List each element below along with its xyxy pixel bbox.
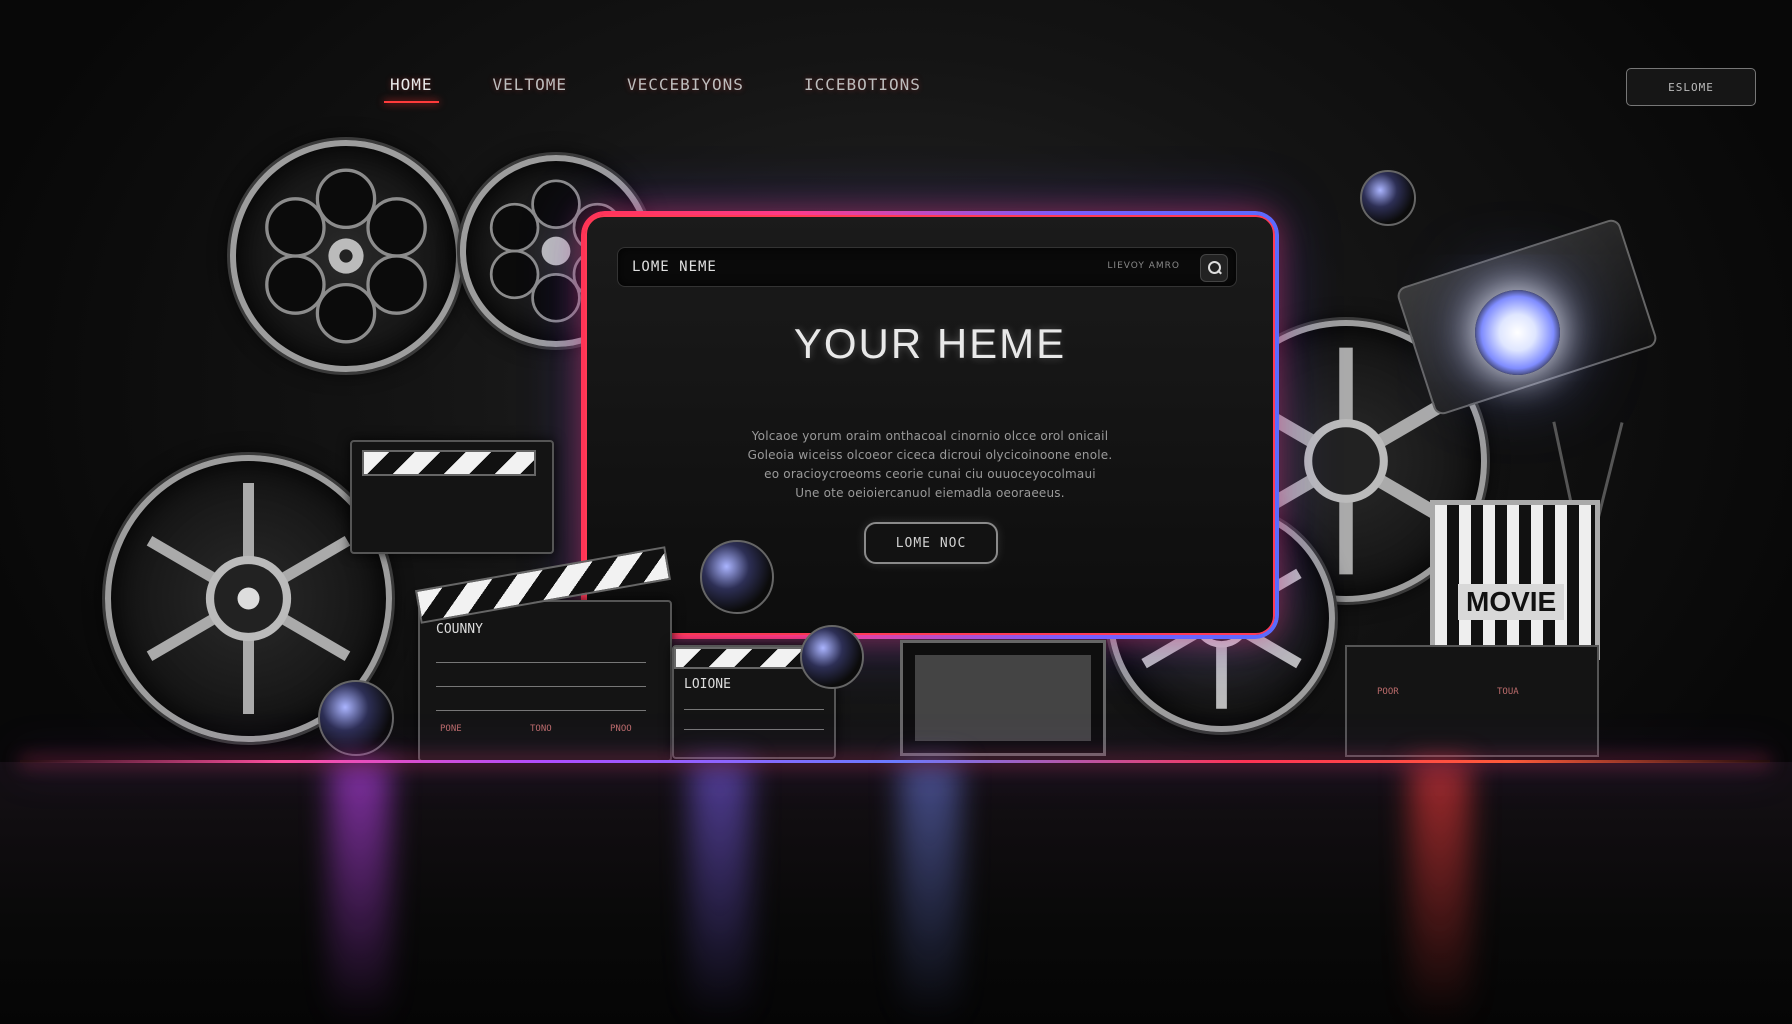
hero-body-line: Goleoia wiceiss olcoeor ciceca dicroui o… <box>747 448 1113 462</box>
hero-body-line: Une ote oeioiercanuol eiemadla oeoraeeus… <box>795 486 1065 500</box>
search-bar-title: LOME NEME <box>632 259 717 275</box>
clapper-small-label: PNOO <box>610 724 632 734</box>
lens-orb-icon <box>318 680 394 756</box>
clapper-label: LOIONE <box>684 677 731 692</box>
clapper-label: COUNNY <box>436 622 483 637</box>
light-beam <box>330 762 390 1024</box>
clapperboard-icon <box>350 440 554 554</box>
hero-body-line: Yolcaoe yorum oraim onthacoal cinornio o… <box>751 429 1109 443</box>
header-cta-button[interactable]: ESLOME <box>1626 68 1756 106</box>
clapper-line <box>436 686 646 687</box>
clapperboard-icon: COUNNY PONE TONO PNOO <box>414 546 672 762</box>
nav-item-home[interactable]: HOME <box>384 75 439 103</box>
movie-sign-label: MOVIE <box>1458 584 1565 620</box>
hero-body-line: eo oracioycroeoms ceorie cunai ciu ouuoc… <box>764 467 1096 481</box>
movie-sign-icon <box>1430 500 1600 660</box>
light-beam <box>690 762 750 1024</box>
reflective-floor <box>0 762 1792 1024</box>
light-beam <box>1410 762 1470 1024</box>
clapper-small-label: TONO <box>530 724 552 734</box>
lens-orb-icon <box>800 625 864 689</box>
ticket-label: TOUA <box>1497 687 1519 697</box>
top-nav: HOME VELTOME VECCEBIYONS ICCEBOTIONS <box>384 75 921 103</box>
spotlight-lens-icon <box>1475 290 1560 375</box>
search-icon[interactable] <box>1200 254 1228 282</box>
hero-title: YOUR HEME <box>793 320 1067 367</box>
search-bar-hint: LIEVOY AMRO <box>1107 261 1180 271</box>
clapper-stripe <box>414 546 672 624</box>
ticket-box: POOR TOUA <box>1345 645 1599 757</box>
clapper-line <box>436 710 646 711</box>
clapper-line <box>684 709 824 710</box>
lens-orb-icon <box>700 540 774 614</box>
lens-orb-icon <box>1360 170 1416 226</box>
light-beam <box>900 762 960 1024</box>
hero-panel: LOME NEME LIEVOY AMRO YOUR HEME Yolcaoe … <box>582 212 1278 638</box>
nav-item-4[interactable]: ICCEBOTIONS <box>804 75 921 94</box>
hero-stage: HOME VELTOME VECCEBIYONS ICCEBOTIONS ESL… <box>0 0 1792 1024</box>
neon-floor-line <box>20 760 1770 763</box>
search-bar[interactable]: LOME NEME LIEVOY AMRO <box>617 247 1237 287</box>
clapper-line <box>684 729 824 730</box>
clapper-line <box>436 662 646 663</box>
hero-cta-button[interactable]: LOME NOC <box>864 522 998 564</box>
control-board-icon <box>900 640 1106 756</box>
film-reel-icon <box>230 140 462 372</box>
nav-item-2[interactable]: VELTOME <box>493 75 567 94</box>
clapper-small-label: PONE <box>440 724 462 734</box>
clapper-stripe <box>362 450 536 476</box>
ticket-label: POOR <box>1377 687 1399 697</box>
hero-body: Yolcaoe yorum oraim onthacoal cinornio o… <box>697 427 1163 503</box>
nav-item-3[interactable]: VECCEBIYONS <box>627 75 744 94</box>
